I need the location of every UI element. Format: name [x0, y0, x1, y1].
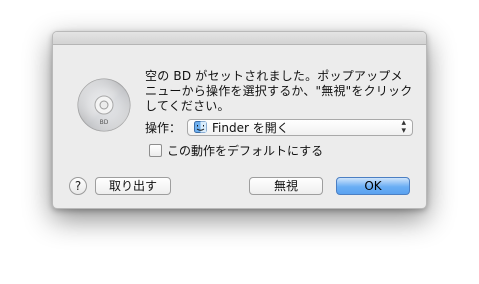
ok-button[interactable]: OK — [336, 177, 410, 195]
action-row: 操作： Finder を開く ▴ ▾ — [145, 118, 415, 136]
bd-disc-icon: BD — [77, 78, 131, 132]
dialog-titlebar — [53, 32, 426, 45]
eject-button[interactable]: 取り出す — [95, 177, 171, 195]
ignore-button[interactable]: 無視 — [249, 177, 323, 195]
dialog-message: 空の BD がセットされました。ポップアップメ ニューから操作を選択するか、"無… — [145, 69, 413, 113]
insert-disc-dialog: BD 空の BD がセットされました。ポップアップメ ニューから操作を選択するか… — [52, 31, 427, 209]
popup-arrows-icon: ▴ ▾ — [401, 118, 406, 136]
action-popup[interactable]: Finder を開く ▴ ▾ — [187, 118, 413, 136]
action-popup-value: Finder を開く — [212, 120, 289, 135]
finder-icon — [194, 121, 207, 133]
disc-label: BD — [100, 119, 109, 126]
default-checkbox[interactable] — [149, 144, 162, 157]
help-button[interactable]: ? — [69, 177, 87, 195]
default-checkbox-row[interactable]: この動作をデフォルトにする — [149, 142, 323, 159]
action-label: 操作： — [145, 120, 182, 135]
default-checkbox-label: この動作をデフォルトにする — [167, 144, 324, 158]
